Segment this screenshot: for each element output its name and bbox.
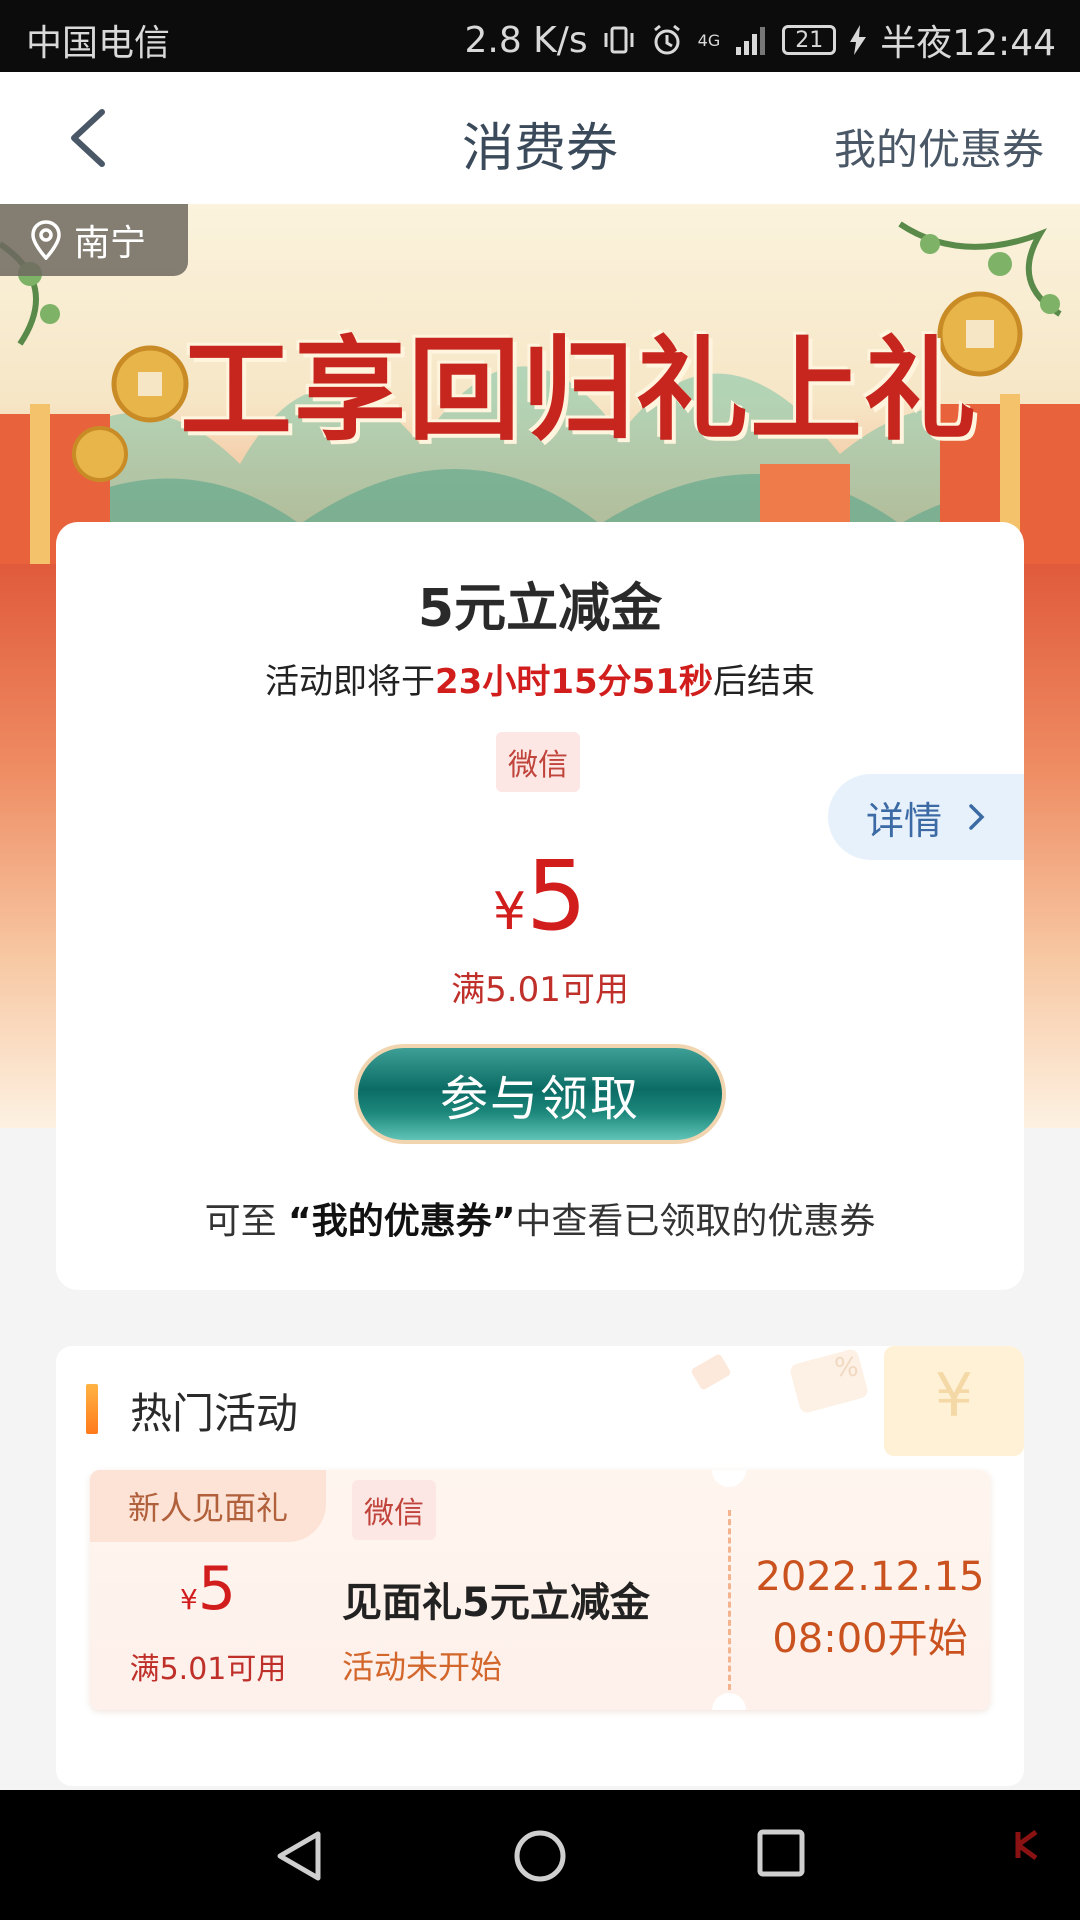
claim-button[interactable]: 参与领取 [354, 1044, 726, 1144]
net-speed: 2.8 K/s [464, 19, 588, 61]
watermark-logo [1014, 1830, 1042, 1860]
currency-symbol: ¥ [492, 882, 526, 942]
location-pin-icon [31, 220, 61, 260]
ticket-divider [728, 1510, 731, 1690]
activity-currency: ¥ [179, 1583, 198, 1616]
banner-headline: 工享回归礼上礼 [180, 325, 978, 456]
countdown-text: 活动即将于23小时15分51秒后结束 [56, 654, 1024, 703]
chevron-right-icon [969, 804, 985, 830]
battery-indicator: 21 [782, 25, 837, 55]
section-title: 热门活动 [130, 1389, 299, 1438]
detail-label: 详情 [866, 798, 943, 843]
location-selector[interactable]: 南宁 [0, 204, 188, 276]
countdown-suffix: 后结束 [712, 662, 815, 702]
hint-my-coupons: “我的优惠券” [288, 1201, 516, 1242]
activity-card[interactable]: 新人见面礼 微信 ¥5 满5.01可用 见面礼5元立减金 活动未开始 2022.… [90, 1470, 990, 1710]
coupon-decoration-icon: ¥ % [691, 1346, 1024, 1456]
activity-condition: 满5.01可用 [129, 1652, 287, 1687]
coupon-card: 5元立减金 活动即将于23小时15分51秒后结束 微信 详情 ¥5 满5.01可… [56, 522, 1024, 1290]
status-bar: 中国电信 2.8 K/s 4G 21 半夜12:44 [0, 0, 1080, 72]
signal-icon [736, 27, 766, 55]
channel-tag: 微信 [496, 732, 580, 792]
activity-value: ¥5 [90, 1554, 326, 1624]
svg-text:¥: ¥ [935, 1361, 973, 1431]
ticket-notch-top [712, 1470, 746, 1487]
activity-amount: 5 [197, 1554, 236, 1624]
carrier-name: 中国电信 [26, 23, 171, 64]
activity-channel-tag: 微信 [352, 1480, 436, 1540]
clock: 半夜12:44 [880, 23, 1056, 64]
nav-recents-icon[interactable] [756, 1828, 806, 1878]
system-nav-bar [0, 1790, 1080, 1920]
countdown-timer: 23小时15分51秒 [435, 662, 713, 702]
coupon-hint: 可至 “我的优惠券”中查看已领取的优惠券 [56, 1192, 1024, 1244]
hint-suffix: 中查看已领取的优惠券 [515, 1201, 876, 1242]
coupon-value: ¥5 [56, 840, 1024, 952]
vibrate-icon [604, 26, 634, 54]
usage-condition: 满5.01可用 [451, 970, 629, 1010]
charging-icon [850, 25, 867, 55]
start-clock: 08:00开始 [772, 1616, 968, 1662]
my-coupons-link[interactable]: 我的优惠券 [834, 116, 1044, 177]
new-user-badge: 新人见面礼 [90, 1470, 326, 1542]
section-marker [86, 1384, 98, 1434]
ticket-notch-bottom [712, 1693, 746, 1710]
top-nav-bar: 消费券 我的优惠券 [0, 72, 1080, 204]
status-icons: 2.8 K/s 4G 21 半夜12:44 [464, 14, 1056, 66]
network-type: 4G [697, 30, 721, 50]
coupon-amount: 5 [526, 840, 588, 952]
activity-status: 活动未开始 [342, 1648, 503, 1686]
city-name: 南宁 [74, 223, 147, 264]
activity-name: 见面礼5元立减金 [342, 1580, 650, 1626]
activity-start-time: 2022.12.15 08:00开始 [750, 1546, 990, 1670]
svg-text:%: % [834, 1353, 859, 1383]
nav-home-icon[interactable] [512, 1828, 568, 1884]
start-date: 2022.12.15 [755, 1554, 985, 1600]
nav-back-icon[interactable] [272, 1828, 326, 1884]
hint-prefix: 可至 [204, 1201, 289, 1242]
countdown-prefix: 活动即将于 [265, 662, 436, 702]
hot-activities-section: ¥ % 热门活动 新人见面礼 微信 ¥5 满5.01可用 见面礼5元立减金 活动… [56, 1346, 1024, 1786]
alarm-icon [653, 24, 680, 55]
coupon-title: 5元立减金 [417, 579, 663, 639]
watermark-icon [1015, 1830, 1038, 1860]
